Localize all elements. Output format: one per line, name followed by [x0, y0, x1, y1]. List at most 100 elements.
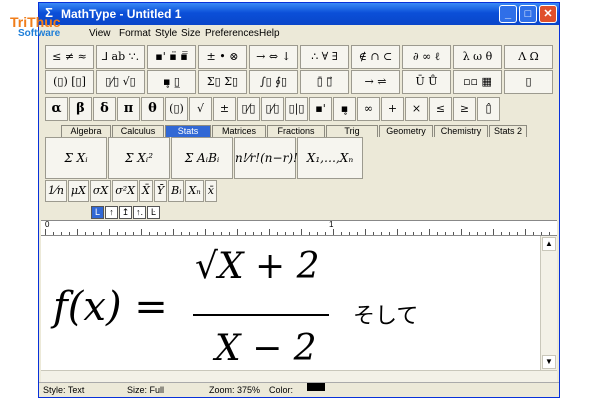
symbol-fraction[interactable]: ▯⁄▯	[237, 97, 260, 121]
palette-labeled-arrows[interactable]: → ⇌	[351, 70, 400, 94]
symbol-subscript[interactable]: ▪̥	[333, 97, 356, 121]
template-x-bar[interactable]: X̄	[139, 180, 153, 202]
template-sum-x-squared[interactable]: Σ Xᵢ²	[108, 137, 170, 179]
tab-stats-2[interactable]: Stats 2	[489, 125, 527, 137]
template-sum-ab[interactable]: Σ AᵢBᵢ	[171, 137, 233, 179]
menu-style[interactable]: Style	[155, 25, 177, 43]
ruler-tick	[213, 232, 214, 235]
symbol-plus-minus[interactable]: ±	[213, 97, 236, 121]
ruler-tick	[93, 232, 94, 235]
tab-calculus[interactable]: Calculus	[112, 125, 164, 137]
template-sum-x[interactable]: Σ Xᵢ	[45, 137, 107, 179]
maximize-button[interactable]: □	[519, 5, 537, 23]
template-sequence[interactable]: X₁,…,Xₙ	[297, 137, 363, 179]
symbol-parens[interactable]: (▯)	[165, 97, 188, 121]
palette-summations[interactable]: Σ▯ Σ▯	[198, 70, 247, 94]
symbol-alpha[interactable]: α	[45, 97, 68, 121]
menu-size[interactable]: Size	[181, 25, 200, 43]
ruler[interactable]: 0 1	[41, 220, 557, 236]
tab-algebra[interactable]: Algebra	[61, 125, 111, 137]
palette-spaces[interactable]: ⅃ ab ∵.	[96, 45, 145, 69]
symbol-theta[interactable]: θ	[141, 97, 164, 121]
tabstop-right[interactable]: ↥	[119, 206, 132, 219]
menu-preferences[interactable]: Preferences	[205, 25, 259, 43]
symbol-beta[interactable]: β	[69, 97, 92, 121]
equation-suffix: そして	[353, 304, 419, 329]
ruler-tick	[141, 229, 142, 235]
symbol-plus[interactable]: +	[381, 97, 404, 121]
scroll-up-icon[interactable]: ▲	[542, 237, 556, 251]
palette-arrows[interactable]: → ⇔ ↓	[249, 45, 298, 69]
tabstop-decimal[interactable]: ↑.	[133, 206, 146, 219]
template-reciprocal[interactable]: 1⁄n	[45, 180, 67, 202]
palette-scripts[interactable]: ▪̥ ▯̲	[147, 70, 196, 94]
status-zoom: Zoom: 375%	[209, 385, 261, 395]
tab-chemistry[interactable]: Chemistry	[434, 125, 488, 137]
palette-greek-upper[interactable]: Λ Ω	[504, 45, 553, 69]
template-b-sub-i[interactable]: Bᵢ	[168, 180, 185, 202]
palette-misc[interactable]: ∂ ∞ ℓ	[402, 45, 451, 69]
ruler-tick	[517, 232, 518, 235]
close-button[interactable]: ✕	[539, 5, 557, 23]
minimize-button[interactable]: _	[499, 5, 517, 23]
palette-embellishments[interactable]: ▪' ▪̈ ▪̿	[147, 45, 196, 69]
palette-relations[interactable]: ≤ ≠ ≈	[45, 45, 94, 69]
symbol-hat[interactable]: ▯̂	[477, 97, 500, 121]
tab-fractions[interactable]: Fractions	[267, 125, 325, 137]
ruler-tick	[389, 232, 390, 235]
symbol-pi[interactable]: π	[117, 97, 140, 121]
menu-format[interactable]: Format	[119, 25, 151, 43]
template-sigma-x[interactable]: σX	[89, 180, 112, 202]
tabstop-left[interactable]: L	[91, 206, 104, 219]
tabstop-relational[interactable]: Ŀ	[147, 206, 160, 219]
tab-stats[interactable]: Stats	[165, 125, 211, 137]
template-mu-x[interactable]: μX	[67, 180, 89, 202]
symbol-superscript[interactable]: ▪'	[309, 97, 332, 121]
palette-bars[interactable]: ▯̄ ▯⃗	[300, 70, 349, 94]
ruler-tick	[197, 232, 198, 235]
symbol-radical[interactable]: √	[189, 97, 212, 121]
ruler-tick	[381, 232, 382, 235]
template-x-sub-n[interactable]: Xₙ	[185, 180, 204, 202]
ruler-tick	[293, 232, 294, 235]
title-bar[interactable]: Σ MathType - Untitled 1 _ □ ✕	[39, 3, 559, 25]
ruler-tick	[253, 232, 254, 235]
ruler-tick	[69, 232, 70, 235]
tab-geometry[interactable]: Geometry	[379, 125, 433, 137]
palette-operators[interactable]: ± • ⊗	[198, 45, 247, 69]
symbol-less-equal[interactable]: ≤	[429, 97, 452, 121]
tabstop-center[interactable]: ↑	[105, 206, 118, 219]
palette-greek-lower[interactable]: λ ω θ	[453, 45, 502, 69]
tab-stop-selector: L ↑ ↥ ↑. Ŀ	[91, 206, 161, 220]
symbol-infinity[interactable]: ∞	[357, 97, 380, 121]
palette-integrals[interactable]: ∫▯ ∮▯	[249, 70, 298, 94]
ruler-start-label: 0	[45, 220, 50, 229]
template-variance-x[interactable]: σ²X	[112, 180, 138, 202]
palette-boxes[interactable]: ▯	[504, 70, 553, 94]
palette-products[interactable]: Ū Ů	[402, 70, 451, 94]
palette-sets[interactable]: ∉ ∩ ⊂	[351, 45, 400, 69]
ruler-tick	[181, 232, 182, 235]
status-style: Style: Text	[43, 385, 85, 395]
ruler-tick	[173, 229, 174, 235]
symbol-delta[interactable]: δ	[93, 97, 116, 121]
palette-matrices[interactable]: ▫▫ ▦	[453, 70, 502, 94]
palette-logic[interactable]: ∴ ∀ ∃	[300, 45, 349, 69]
menu-view[interactable]: View	[89, 25, 111, 43]
symbol-times[interactable]: ×	[405, 97, 428, 121]
palette-fences[interactable]: (▯) [▯]	[45, 70, 94, 94]
template-combination[interactable]: n!⁄r!(n−r)!	[234, 137, 298, 179]
vertical-scrollbar[interactable]: ▲ ▼	[540, 236, 557, 382]
symbol-small-fraction[interactable]: ▯⁄▯	[261, 97, 284, 121]
palette-fractions-radicals[interactable]: ▯⁄▯ √▯	[96, 70, 145, 94]
equation-editor[interactable]: f(x) = √X + 2 X − 2 そして	[41, 236, 541, 382]
equation-lhs: f(x) =	[53, 284, 168, 330]
tab-matrices[interactable]: Matrices	[212, 125, 266, 137]
tab-trig[interactable]: Trig	[326, 125, 378, 137]
template-x-bar-lower[interactable]: x̄	[204, 180, 217, 202]
scroll-down-icon[interactable]: ▼	[542, 355, 556, 369]
template-y-bar[interactable]: Ȳ	[153, 180, 168, 202]
menu-help[interactable]: Help	[259, 25, 280, 43]
symbol-greater-equal[interactable]: ≥	[453, 97, 476, 121]
symbol-box-bar[interactable]: ▯|▯	[285, 97, 308, 121]
